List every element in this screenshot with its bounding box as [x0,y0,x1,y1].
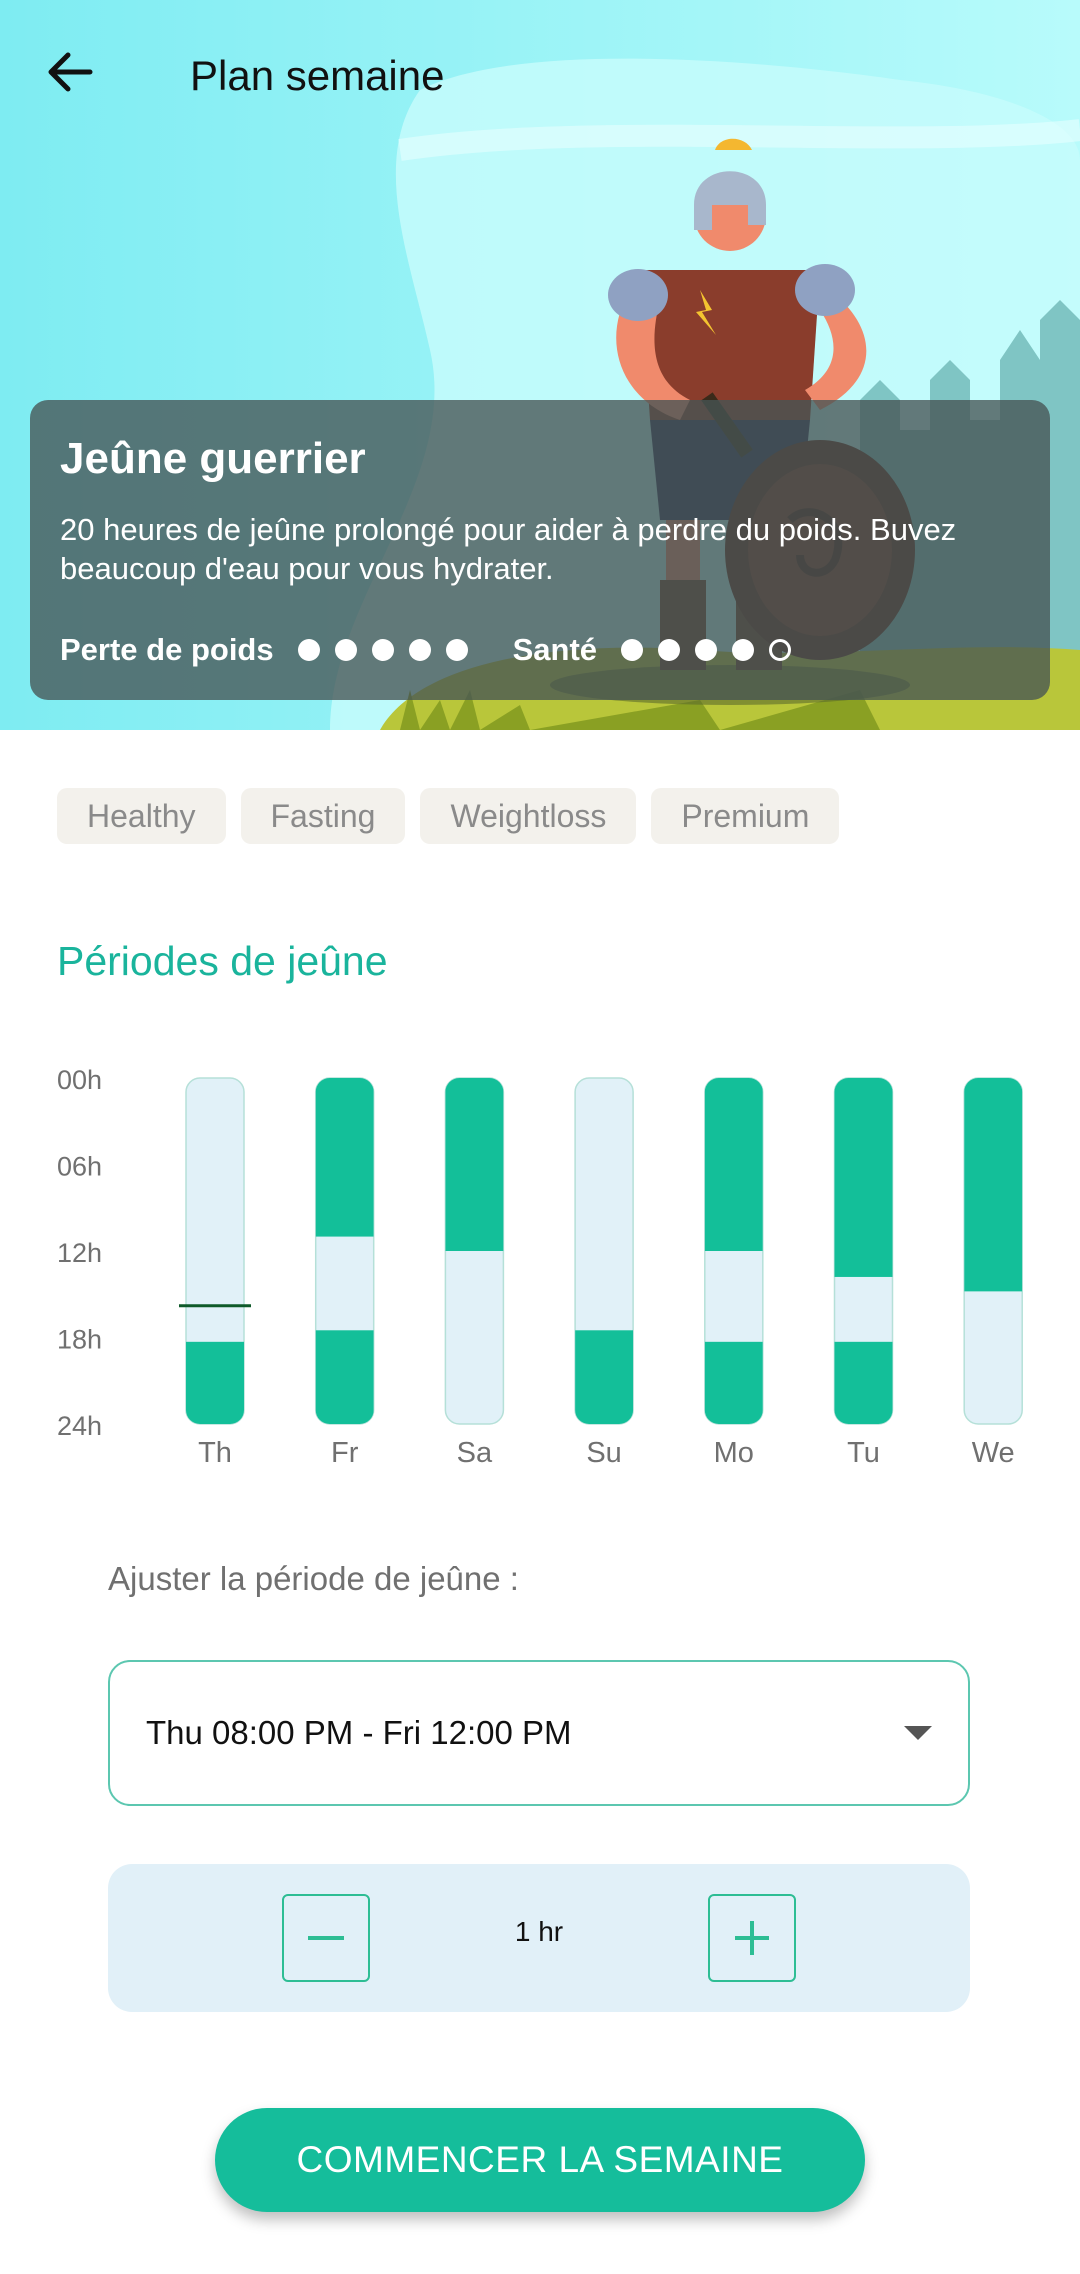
section-title: Périodes de jeûne [57,938,388,984]
rating-dot-filled [371,639,394,661]
arrow-left-icon [48,52,93,92]
hero-banner: Plan semaine Jeûne guerrier 20 heures de… [0,0,1080,730]
y-tick-label: 18h [57,1325,102,1355]
y-tick-label: 24h [57,1411,102,1441]
adjust-label: Ajuster la période de jeûne : [108,1560,519,1597]
fasting-segment [315,1078,374,1237]
page-title: Plan semaine [190,52,445,99]
tag-chip: Weightloss [420,788,637,844]
plan-description: 20 heures de jeûne prolongé pour aider à… [60,512,957,586]
duration-stepper: 1 hr [108,1864,970,2012]
rating-dots-weight-loss [297,639,483,661]
rating-dot-filled [732,639,755,661]
tag-chip: Premium [651,788,840,844]
plan-name: Jeûne guerrier [60,434,366,483]
increase-button[interactable] [708,1894,796,1982]
x-tick-label: Su [586,1437,621,1469]
x-tick-label: Fr [331,1437,359,1469]
rating-dot-empty [769,639,792,661]
fasting-period-value: Thu 08:00 PM - Fri 12:00 PM [146,1714,572,1751]
rating-dots-health [621,639,806,661]
rating-dot-filled [695,639,718,661]
fasting-period-dropdown[interactable]: Thu 08:00 PM - Fri 12:00 PM [108,1660,970,1806]
plus-icon [735,1921,769,1955]
tag-chip: Healthy [57,788,226,844]
x-tick-label: Th [198,1437,232,1469]
x-tick-label: We [972,1437,1015,1469]
y-tick-label: 00h [57,1065,102,1095]
app-bar: Plan semaine [0,0,1080,150]
fasting-periods-chart: 00h 06h 12h 18h 24h Th Fr Sa Su Mo Tu We [57,1065,1023,1469]
step-value: 1 hr [514,1916,564,1947]
back-button[interactable] [38,40,102,104]
fasting-segment [834,1078,893,1277]
tag-chip: Fasting [240,788,406,844]
fasting-segment [575,1330,634,1424]
fasting-segment [704,1078,763,1251]
tag-list: Healthy Fasting Weightloss Premium [57,788,854,844]
plan-info-card: Jeûne guerrier 20 heures de jeûne prolon… [30,400,1050,700]
rating-dot-filled [445,639,468,661]
rating-dot-filled [621,639,644,661]
x-tick-label: Mo [714,1437,754,1469]
plan-ratings: Perte de poids Santé [60,632,836,668]
rating-dot-filled [408,639,431,661]
fasting-segment [964,1078,1023,1292]
x-tick-label: Sa [457,1437,493,1469]
y-tick-label: 12h [57,1238,102,1268]
rating-dot-filled [297,639,320,661]
fasting-segment [186,1341,244,1424]
fasting-segment [704,1341,763,1424]
rating-dot-filled [334,639,357,661]
fasting-segment [834,1341,893,1424]
y-tick-label: 06h [57,1152,102,1182]
caret-down-icon [904,1726,932,1740]
x-tick-label: Tu [847,1437,880,1469]
start-week-button[interactable]: COMMENCER LA SEMAINE [215,2108,865,2212]
fasting-segment [445,1078,504,1251]
rating-label-health: Santé [512,632,598,667]
rating-label-weight-loss: Perte de poids [60,632,274,667]
fasting-segment [315,1330,374,1424]
rating-dot-filled [658,639,681,661]
